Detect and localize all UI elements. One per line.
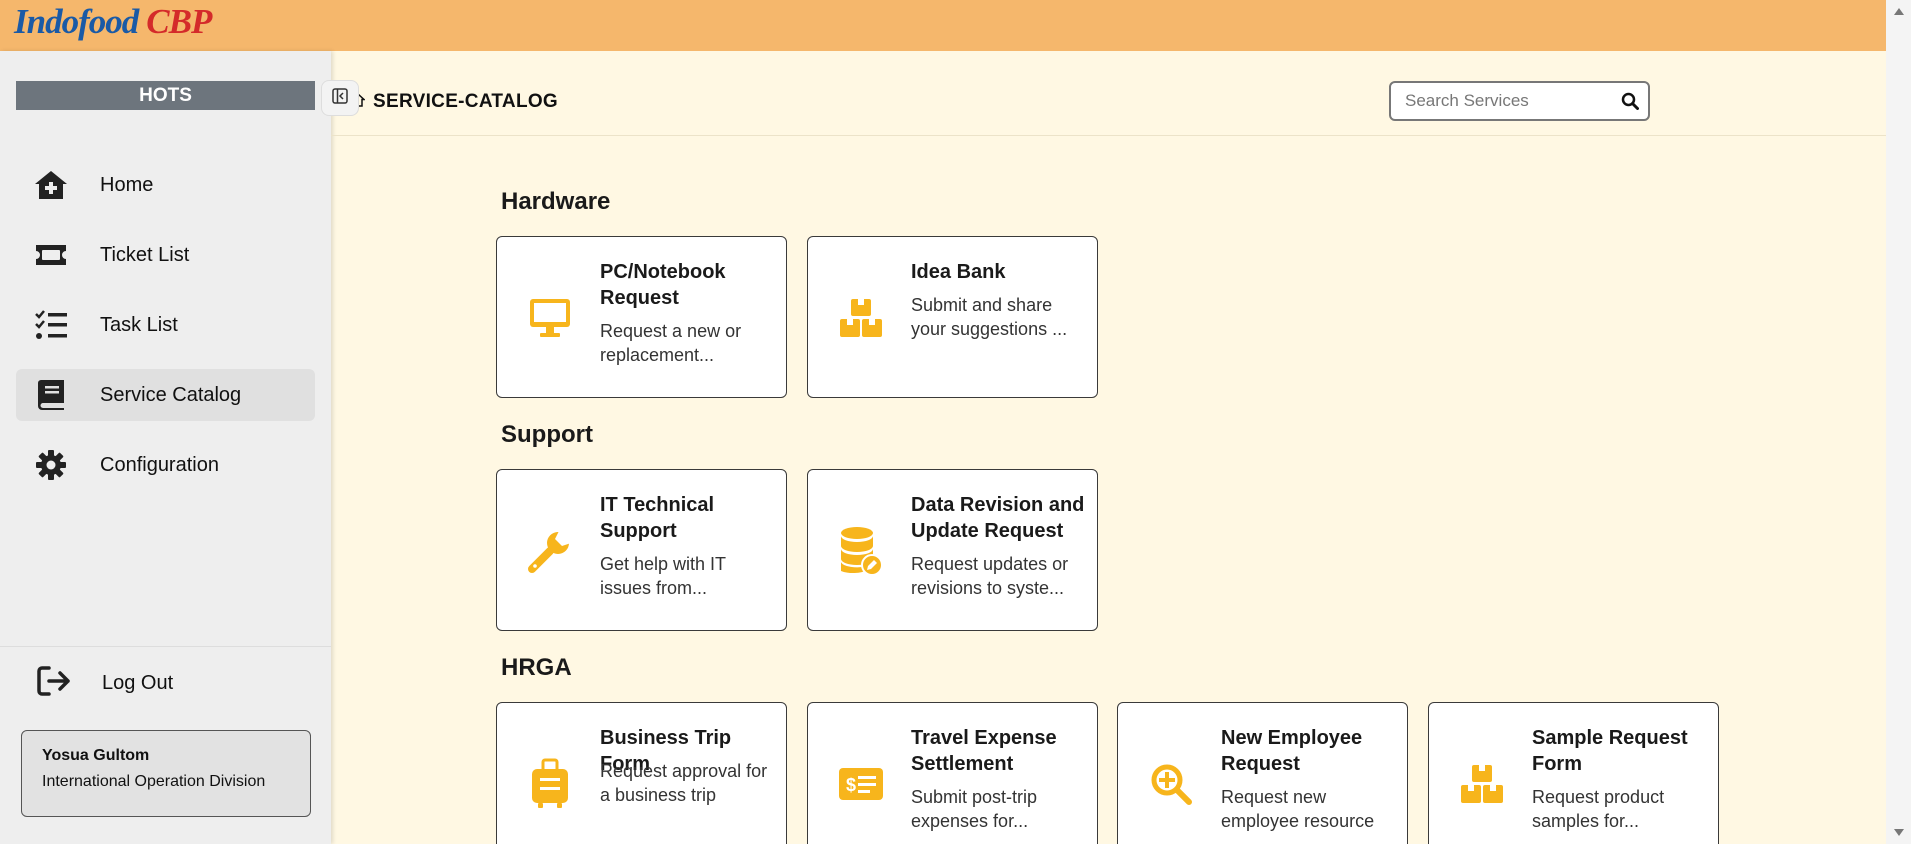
sidebar-item-label: Configuration xyxy=(100,453,219,476)
sidebar-item-label: Home xyxy=(100,173,154,196)
money-check-icon: $ xyxy=(838,761,884,807)
svg-text:$: $ xyxy=(846,775,856,795)
section-title-hrga: HRGA xyxy=(501,654,572,681)
sidebar: HOTS Home Ticket List Task List Service … xyxy=(0,51,331,844)
search-icon[interactable] xyxy=(1621,92,1639,115)
brand-logo-part2: CBP xyxy=(146,2,212,41)
service-card-business-trip-form[interactable]: Business Trip Form Request approval for … xyxy=(496,702,787,844)
brand-logo[interactable]: Indofood CBP xyxy=(14,2,212,42)
gear-icon xyxy=(33,447,69,483)
card-title: PC/Notebook Request xyxy=(600,261,726,309)
card-title: IT Technical Support xyxy=(600,494,715,542)
service-card-new-employee-request[interactable]: New Employee Request Request new employe… xyxy=(1117,702,1408,844)
service-card-data-revision-update[interactable]: Data Revision and Update Request Request… xyxy=(807,469,1098,631)
ticket-icon xyxy=(33,237,69,273)
scroll-up-arrow-icon[interactable] xyxy=(1894,8,1904,15)
database-edit-icon xyxy=(838,527,884,576)
card-description: Request updates or revisions to syste... xyxy=(911,554,1069,598)
sidebar-item-service-catalog[interactable]: Service Catalog xyxy=(16,369,315,421)
book-icon xyxy=(33,377,69,413)
section-title-support: Support xyxy=(501,421,593,448)
card-description: Submit post-trip expenses for... xyxy=(911,787,1038,831)
sidebar-divider xyxy=(0,646,331,647)
boxes-icon xyxy=(1459,761,1505,807)
logout-button[interactable]: Log Out xyxy=(36,665,173,702)
scroll-down-arrow-icon[interactable] xyxy=(1894,829,1904,836)
main-header: SERVICE-CATALOG xyxy=(331,51,1886,136)
section-title-hardware: Hardware xyxy=(501,188,611,215)
card-title: Idea Bank xyxy=(911,261,1006,283)
top-bar: Indofood CBP xyxy=(0,0,1886,51)
service-card-it-technical-support[interactable]: IT Technical Support Get help with IT is… xyxy=(496,469,787,631)
breadcrumb-label: SERVICE-CATALOG xyxy=(373,91,559,112)
brand-logo-part1: Indofood xyxy=(14,2,139,41)
user-division: International Operation Division xyxy=(42,773,266,790)
sidebar-item-task-list[interactable]: Task List xyxy=(16,299,315,351)
search-input[interactable] xyxy=(1405,90,1605,112)
sidebar-header: HOTS xyxy=(16,81,315,110)
sidebar-item-configuration[interactable]: Configuration xyxy=(16,439,315,491)
service-card-travel-expense-settlement[interactable]: $ Travel Expense Settlement Submit post-… xyxy=(807,702,1098,844)
search-box[interactable] xyxy=(1389,81,1650,121)
service-card-pc-notebook-request[interactable]: PC/Notebook Request Request a new or rep… xyxy=(496,236,787,398)
card-description: Request a new or replacement... xyxy=(600,321,742,365)
boxes-icon xyxy=(838,295,884,341)
card-description: Request product samples for... xyxy=(1532,787,1665,831)
sidebar-item-label: Task List xyxy=(100,313,178,336)
wrench-icon xyxy=(527,528,573,574)
card-description: Get help with IT issues from... xyxy=(600,554,726,598)
user-name: Yosua Gultom xyxy=(42,747,150,764)
sidebar-item-home[interactable]: Home xyxy=(16,159,315,211)
sidebar-item-label: Service Catalog xyxy=(100,383,242,406)
suitcase-icon xyxy=(527,758,573,808)
card-title: Data Revision and Update Request xyxy=(911,494,1085,542)
breadcrumb: SERVICE-CATALOG xyxy=(350,91,559,113)
home-icon xyxy=(33,167,69,203)
monitor-icon xyxy=(527,295,573,341)
card-description: Request approval for a business trip xyxy=(600,761,768,805)
card-description: Request new employee resource xyxy=(1221,787,1375,831)
user-profile-card: Yosua Gultom International Operation Div… xyxy=(21,730,311,817)
service-card-sample-request-form[interactable]: Sample Request Form Request product samp… xyxy=(1428,702,1719,844)
card-title: Travel Expense Settlement xyxy=(911,727,1057,775)
logout-icon xyxy=(36,665,72,702)
search-plus-icon xyxy=(1148,761,1194,807)
service-card-idea-bank[interactable]: Idea Bank Submit and share your suggesti… xyxy=(807,236,1098,398)
sidebar-item-label: Ticket List xyxy=(100,243,190,266)
page-scrollbar[interactable] xyxy=(1886,0,1911,844)
task-list-icon xyxy=(33,307,69,343)
logout-label: Log Out xyxy=(102,672,174,694)
sidebar-collapse-icon xyxy=(332,87,348,109)
sidebar-item-ticket-list[interactable]: Ticket List xyxy=(16,229,315,281)
card-title: New Employee Request xyxy=(1221,727,1363,775)
card-description: Submit and share your suggestions ... xyxy=(911,295,1068,339)
sidebar-collapse-button[interactable] xyxy=(321,80,359,116)
card-title: Sample Request Form xyxy=(1532,727,1688,775)
